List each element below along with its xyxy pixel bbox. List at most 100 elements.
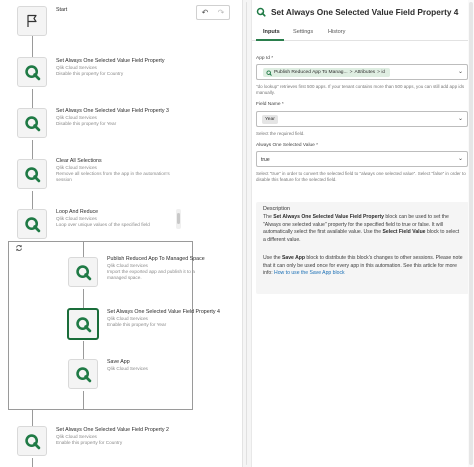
chevron-down-icon[interactable]: ⌄ [458,115,463,122]
qlik-logo-icon [24,216,40,232]
connector [83,341,84,359]
block-title: Set Always One Selected Value Field Prop… [56,108,169,114]
tab-settings[interactable]: Settings [293,29,313,35]
automation-canvas[interactable]: Start ↶ ↷ Set Always One Selected Value … [0,0,242,467]
block-clear-all-selections[interactable] [17,159,47,189]
qlik-logo-icon [256,7,266,17]
block-description: Enable this property for Country [56,439,123,445]
qlik-logo-icon [75,316,91,332]
always-one-select[interactable]: true ⌄ [256,151,468,167]
undo-icon[interactable]: ↶ [202,8,209,17]
connector [32,89,33,108]
panel-scrollbar[interactable] [468,0,474,467]
field-name-field[interactable]: Year ⌄ [256,111,468,127]
block-description: Enable this property for Year [107,321,167,327]
chip-source: Publish Reduced App To Manag... [274,70,348,75]
block-text: Publish Reduced App To Managed Space Qli… [107,256,207,280]
field-name-help: Select the required field. [256,131,305,136]
block-description-scrollbar[interactable] [176,209,181,229]
app-id-field[interactable]: Publish Reduced App To Manag... > Attrib… [256,64,468,80]
chip-separator: > [349,70,353,75]
undo-redo-toolbar: ↶ ↷ [196,5,230,20]
field-name-value: Year [265,117,275,122]
start-block[interactable] [17,6,47,36]
block-publish-reduced-app[interactable] [68,257,98,287]
block-name-bold: Set Always One Selected Value Field Prop… [273,214,384,220]
qlik-logo-icon [24,433,40,449]
qlik-logo-icon [75,264,91,280]
qlik-logo-icon [24,166,40,182]
block-title: Set Always One Selected Value Field Prop… [107,309,220,315]
start-label: Start [56,7,68,13]
block-set-always-one-3[interactable] [17,108,47,138]
qlik-logo-icon [266,69,272,76]
block-set-always-one-4[interactable] [67,308,99,340]
block-title: Loop And Reduce [56,209,99,215]
start-block-text: Start [56,7,188,14]
block-title: Set Always One Selected Value Field Prop… [56,58,165,64]
save-app-article-link[interactable]: How to use the Save App block [274,270,345,276]
connector [32,36,33,57]
block-text: Set Always One Selected Value Field Prop… [107,309,239,328]
block-description: Disable this property for Country [56,70,124,76]
panel-header: Set Always One Selected Value Field Prop… [256,5,458,19]
field-name-label: Field Name * [256,102,284,107]
connector [32,458,33,467]
always-one-value: true [261,157,270,163]
block-save-app[interactable] [68,359,98,389]
loop-connector-bottom [8,409,193,410]
qlik-logo-icon [24,64,40,80]
connector [83,391,84,409]
block-text: Loop And Reduce Qlik Cloud Services Loop… [56,209,174,228]
loop-connector-top [8,241,193,242]
always-one-help: Select "true" in order to convert the se… [256,171,466,182]
block-set-always-one-2[interactable] [17,426,47,456]
block-text: Set Always One Selected Value Field Prop… [56,427,188,446]
block-title: Publish Reduced App To Managed Space [107,256,205,262]
panel-tabs: Inputs Settings History [252,26,474,41]
tab-inputs[interactable]: Inputs [263,29,280,35]
tab-history[interactable]: History [328,29,345,35]
block-provider: Qlik Cloud Services [107,366,148,371]
block-description: Loop over unique values of the specified… [56,221,150,227]
save-app-bold: Save App [281,255,306,261]
connector [32,409,33,426]
app-id-label: App Id * [256,56,274,61]
connector [32,191,33,209]
connector [32,140,33,159]
block-title: Clear All Selections [56,158,102,164]
panel-title: Set Always One Selected Value Field Prop… [271,7,459,17]
connector [83,289,84,308]
description-paragraph-1: The Set Always One Selected Value Field … [263,214,460,243]
block-config-panel: Set Always One Selected Value Field Prop… [252,0,474,467]
redo-icon[interactable]: ↷ [218,8,225,17]
block-description: Disable this property for Year [56,120,117,126]
block-description: Import the exported app and publish it t… [107,268,195,280]
block-title: Set Always One Selected Value Field Prop… [56,427,169,433]
chip-attribute-key: > id [377,70,386,75]
app-id-help: "do lookup" retrieves first 500 apps. If… [256,84,465,95]
select-field-value-bold: Select Field Value [382,229,426,236]
chevron-down-icon[interactable]: ⌄ [458,155,463,162]
block-description: Remove all selections from the app in th… [56,170,170,182]
field-name-chip[interactable]: Year [262,115,278,124]
description-paragraph-2: Use the Save App block to distribute thi… [263,255,463,277]
description-title: Description [263,206,290,212]
qlik-logo-icon [75,366,91,382]
app-id-chip[interactable]: Publish Reduced App To Manag... > Attrib… [263,68,391,77]
panel-resize-handle[interactable] [242,0,252,467]
block-loop-and-reduce[interactable] [17,209,47,239]
block-title: Save App [107,359,130,365]
block-text: Set Always One Selected Value Field Prop… [56,58,188,77]
always-one-label: Always One Selected Value * [256,143,319,148]
chevron-down-icon[interactable]: ⌄ [458,68,463,75]
qlik-logo-icon [24,115,40,131]
chip-attribute: Attributes [354,70,376,75]
loop-connector-left [8,241,9,409]
connector [83,241,84,257]
block-text: Clear All Selections Qlik Cloud Services… [56,158,188,182]
block-set-always-one-1[interactable] [17,57,47,87]
block-text: Save App Qlik Cloud Services [107,359,239,372]
loop-icon [16,245,22,251]
flag-icon [27,14,37,27]
